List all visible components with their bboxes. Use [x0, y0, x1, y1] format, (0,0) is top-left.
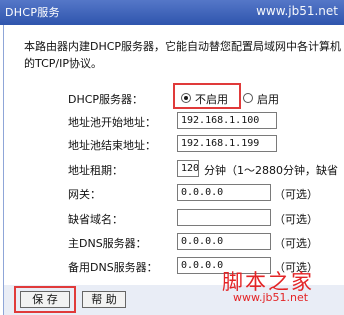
start-address-label: 地址池开始地址： [68, 116, 156, 129]
help-button[interactable]: 帮 助 [82, 291, 126, 308]
lease-note: 分钟（1～2880分钟，缺省 [204, 164, 338, 177]
dhcp-enable-label[interactable]: 启用 [257, 91, 279, 107]
dhcp-disable-radio[interactable] [181, 93, 191, 103]
gateway-optional-note: （可选） [274, 188, 318, 201]
end-address-label: 地址池结束地址： [68, 139, 156, 152]
window-title: DHCP服务 [5, 6, 60, 19]
lease-label: 地址租期： [68, 164, 123, 177]
secondary-dns-label: 备用DNS服务器： [68, 261, 158, 274]
domain-input[interactable] [177, 209, 271, 226]
gateway-label: 网关： [68, 188, 101, 201]
dhcp-disable-label[interactable]: 不启用 [195, 91, 228, 107]
domain-label: 缺省域名： [68, 213, 123, 226]
primary-dns-label: 主DNS服务器： [68, 237, 147, 250]
dhcp-server-label: DHCP服务器： [68, 93, 144, 106]
save-button[interactable]: 保 存 [20, 291, 70, 308]
description-text: 本路由器内建DHCP服务器，它能自动替您配置局域网中各计算机的TCP/IP协议。 [24, 40, 342, 70]
lease-input[interactable]: 120 [177, 160, 199, 177]
site-watermark-url: www.jb51.net [233, 291, 309, 304]
gateway-input[interactable]: 0.0.0.0 [177, 184, 271, 201]
domain-optional-note: （可选） [274, 213, 318, 226]
left-border [3, 25, 4, 315]
end-address-input[interactable]: 192.168.1.199 [177, 135, 277, 152]
start-address-input[interactable]: 192.168.1.100 [177, 112, 277, 129]
dhcp-enable-radio[interactable] [243, 93, 253, 103]
primary-dns-input[interactable]: 0.0.0.0 [177, 233, 271, 250]
site-watermark-top: www.jb51.net [256, 4, 338, 18]
primary-dns-optional-note: （可选） [274, 237, 318, 250]
title-bar: DHCP服务 www.jb51.net [0, 0, 344, 25]
